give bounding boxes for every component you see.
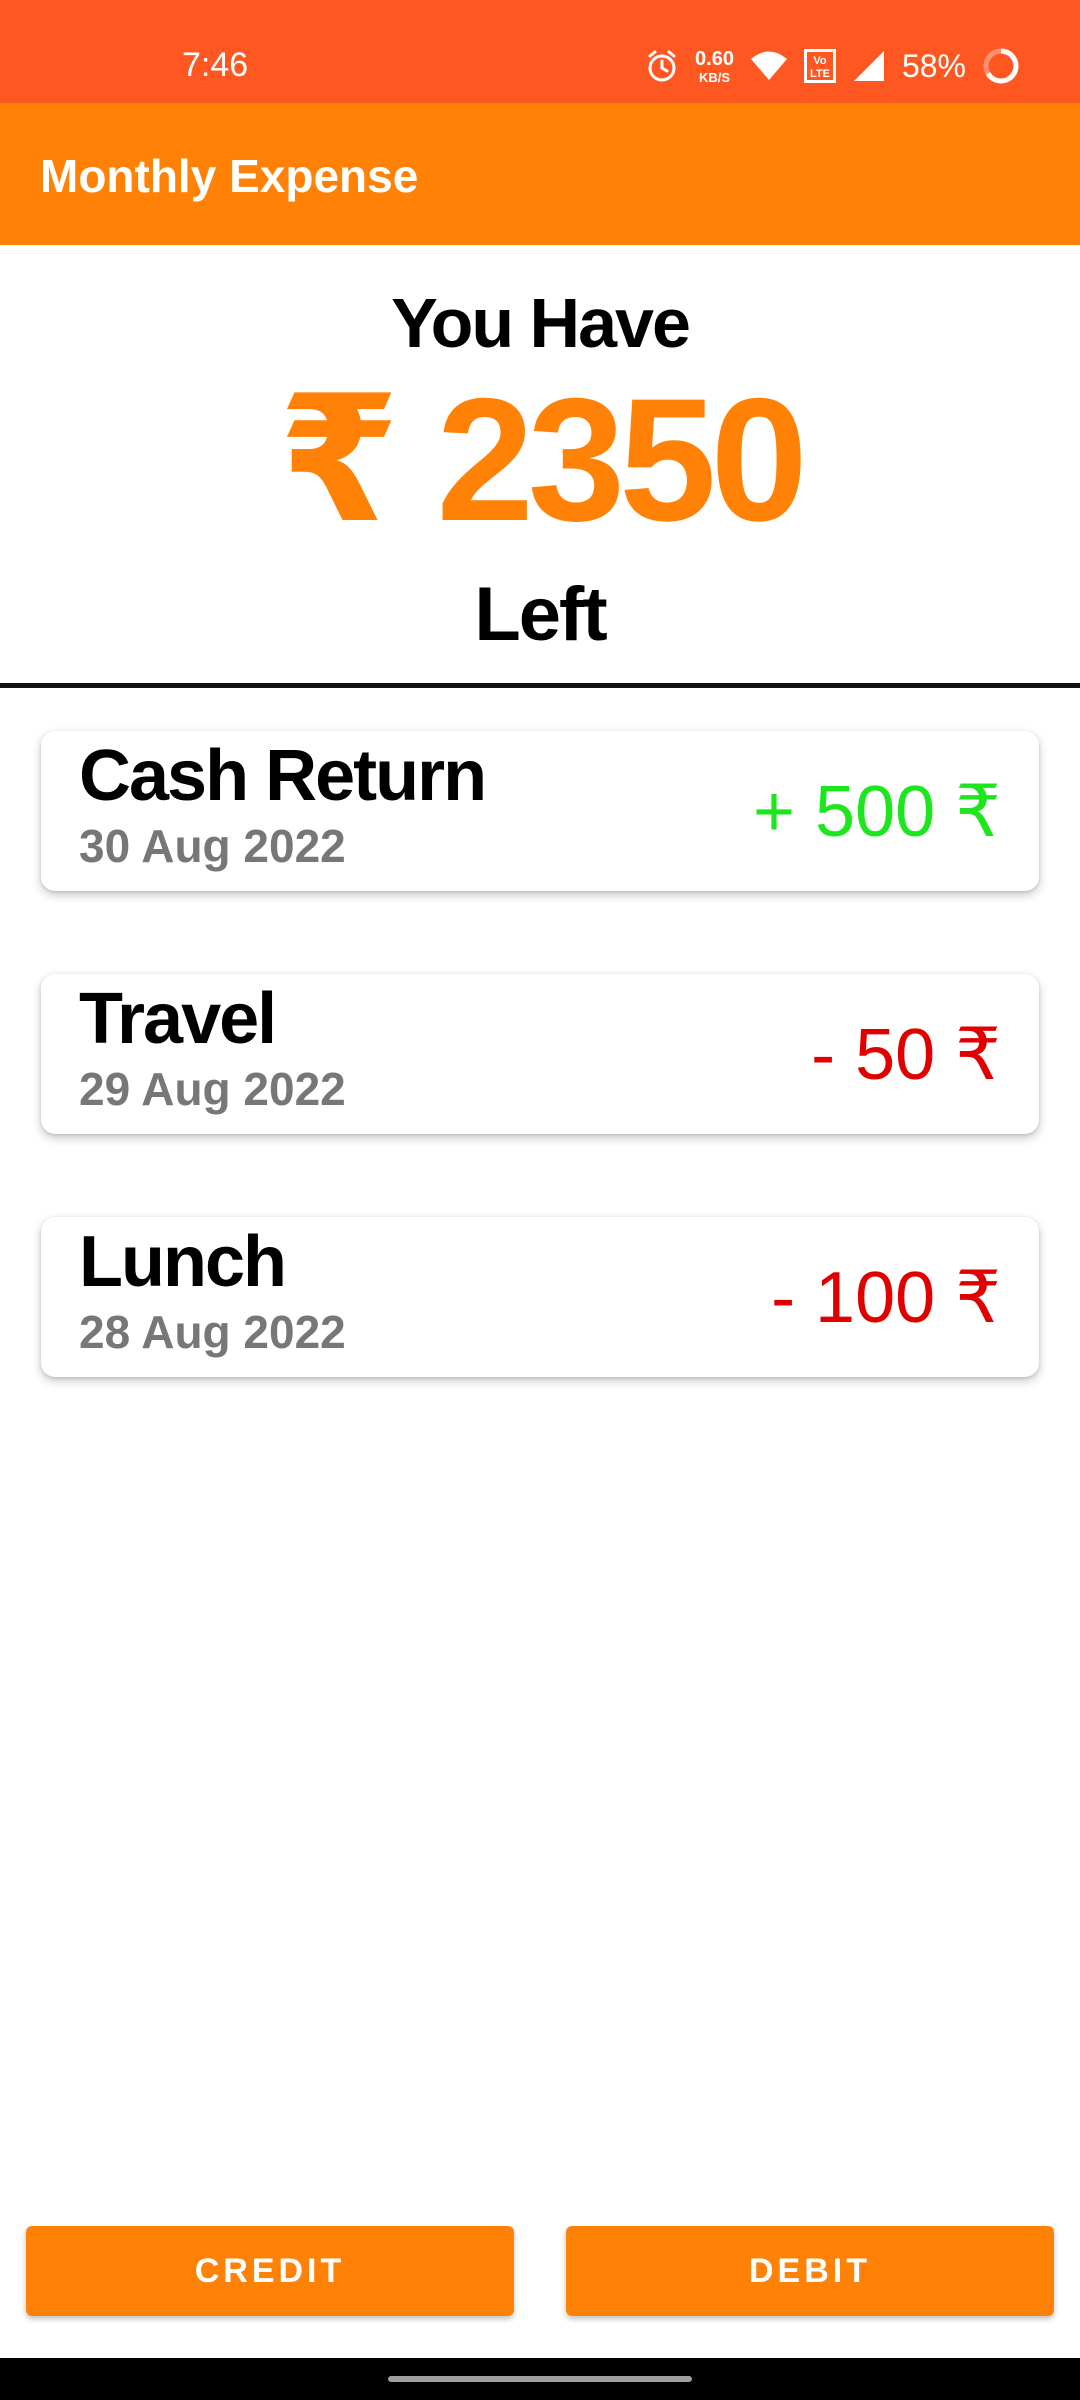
- summary-divider: [0, 683, 1080, 688]
- transaction-amount: - 100 ₹: [771, 1258, 1001, 1338]
- credit-button[interactable]: CREDIT: [26, 2226, 514, 2316]
- balance-summary: You Have ₹ 2350 Left: [0, 245, 1080, 687]
- status-icons: 0.60 KB/S Vo LTE 58%: [645, 44, 1020, 88]
- app-bar: Monthly Expense: [0, 103, 1080, 245]
- battery-percent: 58%: [901, 47, 966, 84]
- transaction-card[interactable]: Cash Return 30 Aug 2022 + 500 ₹: [41, 731, 1039, 891]
- transaction-title: Travel: [79, 979, 277, 1059]
- wifi-icon: [750, 50, 788, 82]
- transaction-date: 28 Aug 2022: [79, 1306, 346, 1358]
- svg-text:LTE: LTE: [810, 68, 830, 80]
- status-time: 7:46: [182, 46, 249, 84]
- transaction-date: 30 Aug 2022: [79, 820, 346, 872]
- balance-amount: ₹ 2350: [278, 363, 808, 558]
- debit-button[interactable]: DEBIT: [566, 2226, 1054, 2316]
- network-speed-value: 0.60: [695, 47, 734, 70]
- network-speed: 0.60 KB/S: [695, 49, 734, 84]
- app-title: Monthly Expense: [40, 150, 419, 202]
- transaction-date: 29 Aug 2022: [79, 1063, 346, 1115]
- system-nav-bar: [0, 2358, 1080, 2400]
- network-speed-unit: KB/S: [698, 69, 731, 85]
- transaction-title: Lunch: [79, 1222, 287, 1302]
- summary-suffix: Left: [474, 572, 607, 657]
- battery-ring-icon: [982, 47, 1020, 85]
- transaction-title: Cash Return: [79, 736, 487, 816]
- svg-text:Vo: Vo: [813, 55, 827, 67]
- transaction-amount: + 500 ₹: [753, 772, 1001, 852]
- home-indicator[interactable]: [388, 2376, 692, 2382]
- alarm-icon: [645, 49, 679, 83]
- signal-icon: [852, 49, 886, 83]
- transaction-card[interactable]: Lunch 28 Aug 2022 - 100 ₹: [41, 1217, 1039, 1377]
- transaction-amount: - 50 ₹: [811, 1015, 1001, 1095]
- volte-icon: Vo LTE: [803, 49, 836, 83]
- transaction-card[interactable]: Travel 29 Aug 2022 - 50 ₹: [41, 974, 1039, 1134]
- summary-heading: You Have: [391, 284, 691, 362]
- status-bar: 7:46 0.60 KB/S Vo LTE 58%: [0, 0, 1080, 103]
